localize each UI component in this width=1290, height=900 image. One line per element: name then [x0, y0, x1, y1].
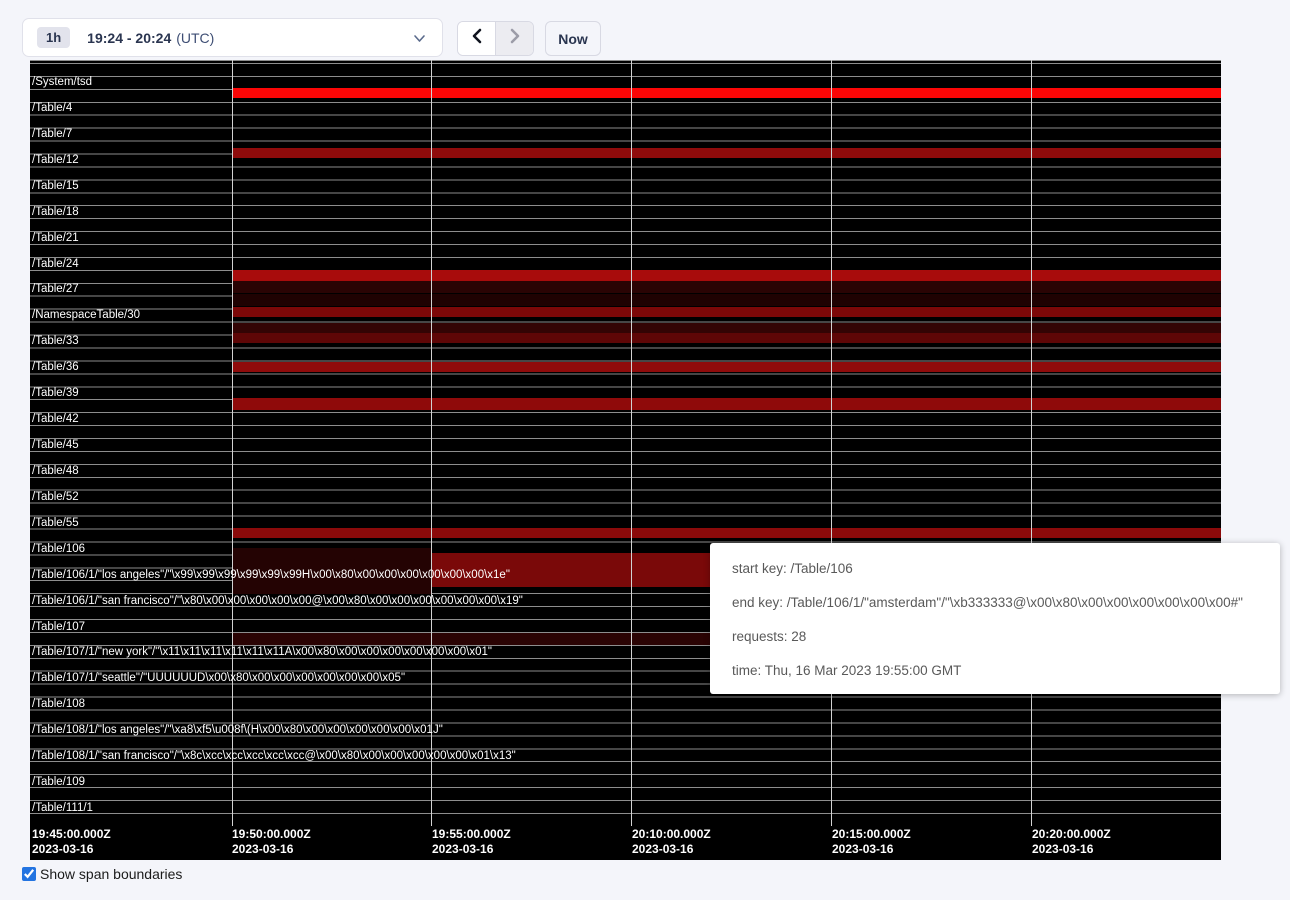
key-span-label: /Table/108/1/"los angeles"/"\xa8\xf5\u00…	[32, 724, 443, 737]
key-span-label: /NamespaceTable/30	[32, 309, 140, 322]
time-gridline	[232, 60, 233, 826]
tooltip-end-key: end key: /Table/106/1/"amsterdam"/"\xb33…	[732, 586, 1280, 620]
key-span-label: /Table/108/1/"san francisco"/"\x8c\xcc\x…	[32, 750, 516, 763]
time-gridline	[1031, 60, 1032, 826]
key-span-label: /Table/108	[32, 698, 85, 711]
heat-band[interactable]	[232, 294, 1221, 306]
time-range-timezone: (UTC)	[176, 30, 214, 46]
key-span-label: /Table/106	[32, 543, 85, 556]
key-span-label: /Table/12	[32, 154, 79, 167]
key-span-label: /Table/111/1	[32, 802, 93, 815]
heat-band[interactable]	[232, 528, 1221, 538]
key-span-label: /Table/55	[32, 517, 79, 530]
heat-band[interactable]	[232, 323, 1221, 333]
key-span-label: /Table/15	[32, 180, 79, 193]
time-axis-tick: 20:20:00.000Z2023-03-16	[1032, 827, 1111, 857]
now-button[interactable]: Now	[545, 21, 601, 56]
key-span-label: /System/tsd	[32, 76, 92, 89]
key-span-label: /Table/27	[32, 283, 79, 296]
heat-band[interactable]	[232, 281, 1221, 293]
time-axis-tick: 20:15:00.000Z2023-03-16	[832, 827, 911, 857]
time-axis-tick: 19:45:00.000Z2023-03-16	[32, 827, 111, 857]
key-span-label: /Table/106/1/"san francisco"/"\x80\x00\x…	[32, 595, 523, 608]
time-gridline	[631, 60, 632, 826]
heat-band[interactable]	[232, 362, 1221, 372]
key-span-label: /Table/45	[32, 439, 79, 452]
time-gridline	[831, 60, 832, 826]
time-range-preset-badge: 1h	[37, 27, 70, 48]
time-axis-tick: 20:10:00.000Z2023-03-16	[632, 827, 711, 857]
show-span-boundaries-checkbox[interactable]	[22, 867, 36, 881]
key-span-label: /Table/33	[32, 335, 79, 348]
key-span-label: /Table/106/1/"los angeles"/"\x99\x99\x99…	[32, 569, 510, 582]
time-axis-tick: 19:50:00.000Z2023-03-16	[232, 827, 311, 857]
tooltip-time: time: Thu, 16 Mar 2023 19:55:00 GMT	[732, 654, 1280, 688]
heat-band[interactable]	[232, 398, 1221, 410]
heat-band[interactable]	[232, 270, 1221, 281]
key-span-label: /Table/4	[32, 102, 72, 115]
time-range-dropdown[interactable]: 1h 19:24 - 20:24 (UTC)	[22, 18, 443, 57]
heat-band[interactable]	[232, 88, 1221, 98]
chevron-left-icon	[470, 28, 484, 49]
key-span-label: /Table/107	[32, 621, 85, 634]
chevron-down-icon	[413, 32, 426, 50]
heat-band[interactable]	[232, 307, 1221, 317]
key-span-label: /Table/24	[32, 258, 79, 271]
chart-options: Show span boundaries	[22, 866, 182, 882]
key-span-label: /Table/107/1/"seattle"/"UUUUUUD\x00\x80\…	[32, 672, 405, 685]
key-span-label: /Table/52	[32, 491, 79, 504]
key-span-label: /Table/39	[32, 387, 79, 400]
time-nav-button-group	[457, 21, 534, 56]
show-span-boundaries-label: Show span boundaries	[40, 866, 182, 882]
time-range-text: 19:24 - 20:24	[87, 30, 171, 46]
chevron-right-icon	[508, 28, 522, 49]
key-span-label: /Table/21	[32, 232, 79, 245]
key-span-label: /Table/48	[32, 465, 79, 478]
key-span-label: /Table/107/1/"new york"/"\x11\x11\x11\x1…	[32, 646, 492, 659]
key-span-label: /Table/18	[32, 206, 79, 219]
span-hover-tooltip: start key: /Table/106 end key: /Table/10…	[710, 543, 1280, 694]
tooltip-start-key: start key: /Table/106	[732, 552, 1280, 586]
previous-interval-button[interactable]	[458, 22, 496, 55]
key-span-label: /Table/42	[32, 413, 79, 426]
time-gridline	[431, 60, 432, 826]
tooltip-requests: requests: 28	[732, 620, 1280, 654]
next-interval-button[interactable]	[496, 22, 533, 55]
key-span-label: /Table/7	[32, 128, 72, 141]
key-span-label: /Table/109	[32, 776, 85, 789]
time-axis-tick: 19:55:00.000Z2023-03-16	[432, 827, 511, 857]
key-visualizer-heatmap[interactable]: /System/tsd/Table/4/Table/7/Table/12/Tab…	[30, 60, 1221, 860]
heat-band[interactable]	[232, 148, 1221, 158]
time-axis: 19:45:00.000Z2023-03-16 19:50:00.000Z2023…	[30, 825, 1221, 860]
heat-band[interactable]	[232, 333, 1221, 343]
span-boundary-lines	[30, 60, 1221, 826]
key-span-label: /Table/36	[32, 361, 79, 374]
